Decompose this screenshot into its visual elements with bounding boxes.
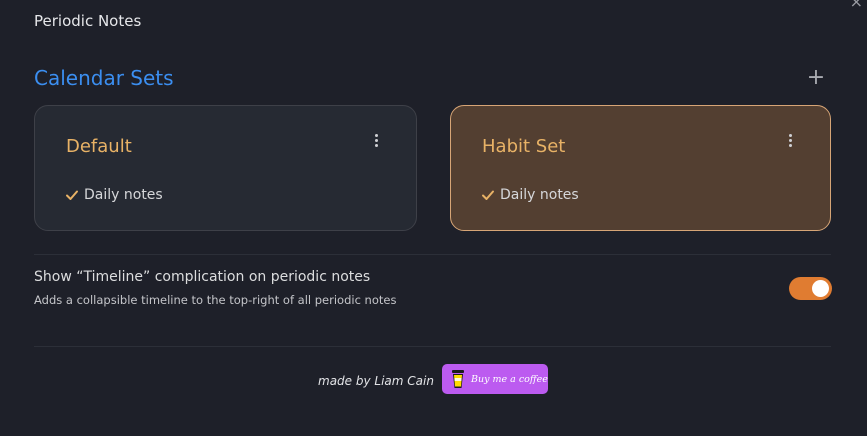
made-by-text: made by Liam Cain: [318, 374, 434, 388]
toggle-knob: [812, 280, 829, 297]
timeline-setting-name: Show “Timeline” complication on periodic…: [34, 269, 371, 285]
timeline-toggle[interactable]: [789, 277, 832, 300]
check-icon: [66, 190, 78, 200]
more-vertical-icon[interactable]: [372, 134, 380, 154]
check-icon: [482, 190, 494, 200]
coffee-cup-icon: [452, 370, 464, 388]
add-calendar-set-button[interactable]: +: [805, 66, 827, 90]
calendar-set-name: Habit Set: [482, 136, 566, 157]
calendar-set-feature-label: Daily notes: [84, 187, 163, 203]
more-vertical-icon[interactable]: [786, 134, 794, 154]
calendar-set-feature: Daily notes: [65, 187, 163, 203]
buy-me-a-coffee-button[interactable]: Buy me a coffee: [442, 364, 548, 394]
divider: [34, 254, 831, 255]
plugin-title: Periodic Notes: [34, 12, 142, 30]
settings-page: × Periodic Notes Calendar Sets + Default…: [0, 0, 867, 436]
calendar-set-feature-label: Daily notes: [500, 187, 579, 203]
calendar-sets-heading: Calendar Sets: [34, 66, 174, 90]
close-icon[interactable]: ×: [850, 0, 863, 10]
calendar-set-name: Default: [66, 136, 132, 157]
calendar-set-card-habit-set[interactable]: Habit Set Daily notes: [450, 105, 831, 231]
divider: [34, 346, 831, 347]
timeline-setting-description: Adds a collapsible timeline to the top-r…: [34, 293, 397, 307]
buy-me-a-coffee-label: Buy me a coffee: [471, 373, 548, 385]
calendar-set-card-default[interactable]: Default Daily notes: [34, 105, 417, 231]
calendar-set-feature: Daily notes: [481, 187, 579, 203]
